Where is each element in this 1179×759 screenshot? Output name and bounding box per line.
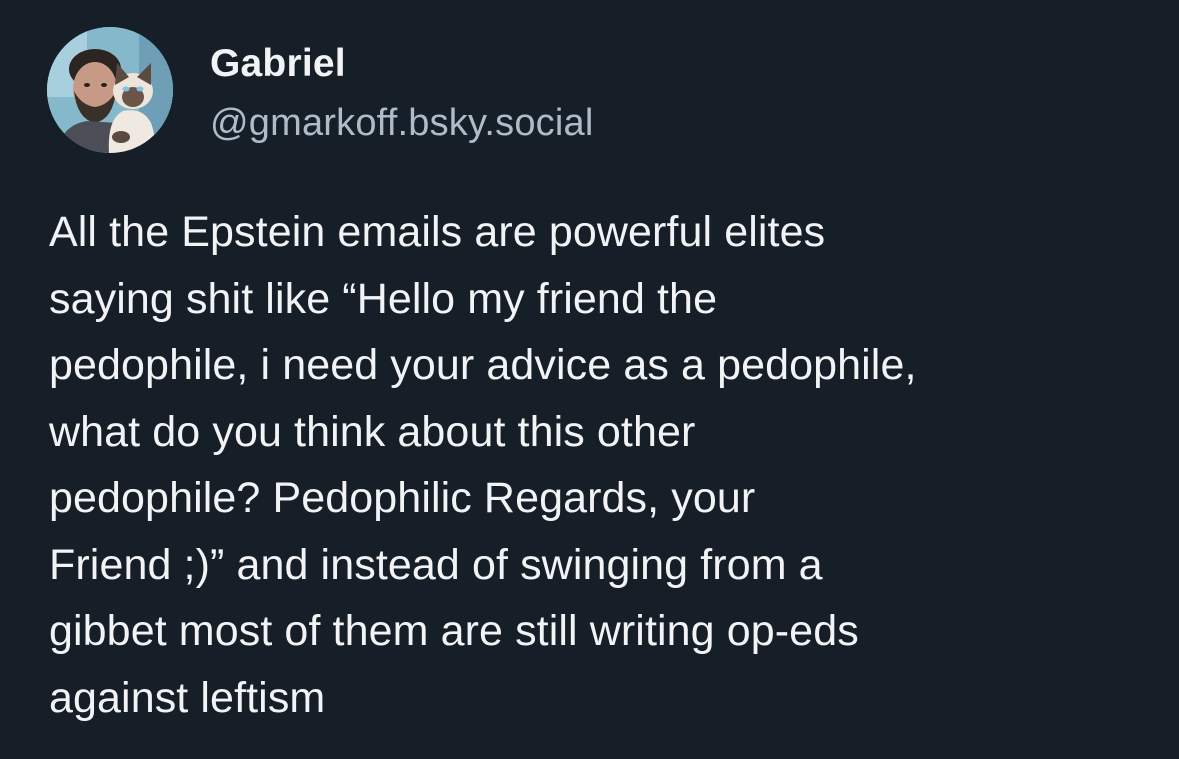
post-text-line: pedophile, i need your advice as a pedop… xyxy=(49,341,917,389)
avatar[interactable] xyxy=(47,27,173,153)
post-text-line: saying shit like “Hello my friend the xyxy=(49,274,718,323)
post-text-line: Friend ;)” and instead of swinging from … xyxy=(49,540,823,589)
author-identity: Gabriel @gmarkoff.bsky.social xyxy=(210,27,594,145)
post-header: Gabriel @gmarkoff.bsky.social xyxy=(47,27,594,153)
post-text: All the Epstein emails are powerful elit… xyxy=(49,199,1159,731)
avatar-image xyxy=(47,27,173,153)
post-card: Gabriel @gmarkoff.bsky.social All the Ep… xyxy=(0,0,1179,759)
post-text-line: All the Epstein emails are powerful elit… xyxy=(49,208,826,256)
post-text-line: what do you think about this other xyxy=(49,407,696,456)
author-handle[interactable]: @gmarkoff.bsky.social xyxy=(210,101,594,145)
post-text-line: gibbet most of them are still writing op… xyxy=(49,607,859,655)
author-display-name[interactable]: Gabriel xyxy=(210,41,594,87)
post-text-line: against leftism xyxy=(49,673,326,722)
post-text-line: pedophile? Pedophilic Regards, your xyxy=(49,474,756,522)
